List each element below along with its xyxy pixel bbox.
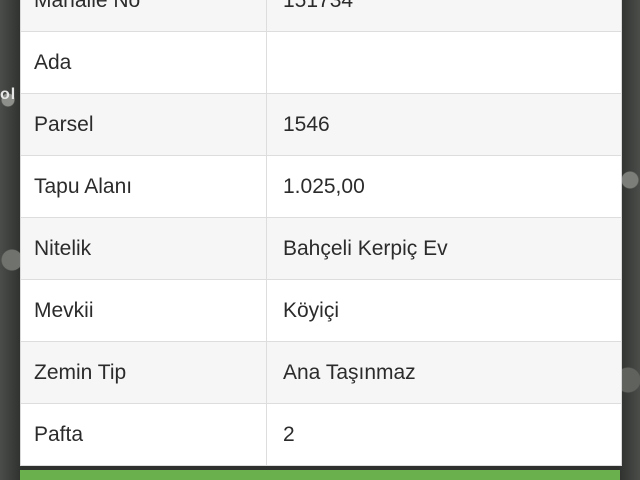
table-row-parsel: Parsel 1546 bbox=[21, 94, 621, 156]
row-value bbox=[267, 32, 621, 93]
row-label: Ada bbox=[21, 32, 267, 93]
row-label: Mevkii bbox=[21, 280, 267, 341]
row-label: Tapu Alanı bbox=[21, 156, 267, 217]
row-label: Mahalle No bbox=[21, 0, 267, 31]
table-row-pafta: Pafta 2 bbox=[21, 404, 621, 466]
row-label: Parsel bbox=[21, 94, 267, 155]
row-value: 2 bbox=[283, 422, 295, 446]
row-value: 1546 bbox=[283, 112, 330, 136]
map-place-label: ol bbox=[0, 86, 17, 103]
table-row-ada: Ada bbox=[21, 32, 621, 94]
row-value: Bahçeli Kerpiç Ev bbox=[283, 236, 448, 260]
table-row-mahalle-no: Mahalle No 151734 bbox=[21, 0, 621, 32]
table-row-zemin-tip: Zemin Tip Ana Taşınmaz bbox=[21, 342, 621, 404]
table-row-nitelik: Nitelik Bahçeli Kerpiç Ev bbox=[21, 218, 621, 280]
table-row-tapu-alani: Tapu Alanı 1.025,00 bbox=[21, 156, 621, 218]
row-label: Nitelik bbox=[21, 218, 267, 279]
parcel-info-table: Mahalle No 151734 Ada Parsel 1546 Tapu A… bbox=[20, 0, 622, 466]
row-value: 1.025,00 bbox=[283, 174, 365, 198]
action-bar[interactable] bbox=[20, 470, 620, 480]
row-label: Zemin Tip bbox=[21, 342, 267, 403]
row-value: 151734 bbox=[283, 0, 354, 12]
row-label: Pafta bbox=[21, 404, 267, 465]
row-value: Ana Taşınmaz bbox=[283, 360, 416, 384]
row-value: Köyiçi bbox=[283, 298, 340, 322]
table-row-mevkii: Mevkii Köyiçi bbox=[21, 280, 621, 342]
